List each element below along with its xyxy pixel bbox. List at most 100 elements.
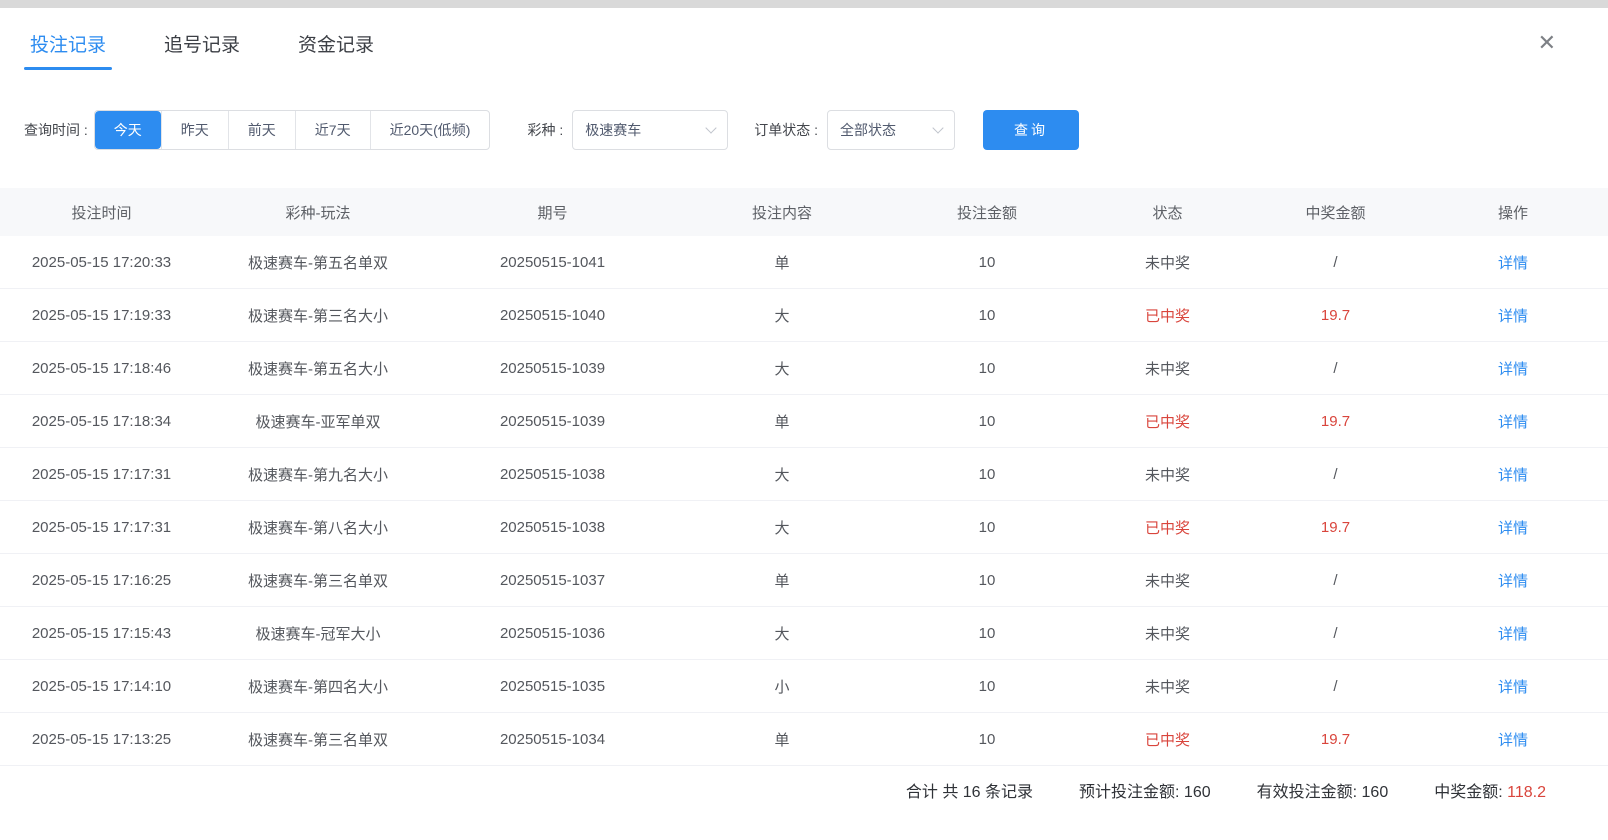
table-row: 2025-05-15 17:16:25极速赛车-第三名单双20250515-10…	[0, 554, 1608, 607]
issue-number: 20250515-1039	[433, 413, 672, 430]
actions-cell: 详情	[1418, 729, 1608, 750]
expected-bet-amount-label: 预计投注金额:	[1079, 784, 1179, 801]
bet-time: 2025-05-15 17:13:25	[0, 731, 203, 748]
bet-amount: 10	[892, 572, 1082, 589]
actions-cell: 详情	[1418, 252, 1608, 273]
bet-amount: 10	[892, 519, 1082, 536]
actions-cell: 详情	[1418, 623, 1608, 644]
order-status-select-value: 全部状态	[840, 120, 896, 140]
bet-content: 小	[672, 676, 892, 697]
detail-link[interactable]: 详情	[1498, 414, 1528, 431]
table-header-row: 投注时间彩种-玩法期号投注内容投注金额状态中奖金额操作	[0, 188, 1608, 236]
actions-cell: 详情	[1418, 517, 1608, 538]
detail-link[interactable]: 详情	[1498, 361, 1528, 378]
detail-link[interactable]: 详情	[1498, 679, 1528, 696]
detail-link[interactable]: 详情	[1498, 255, 1528, 272]
bet-time: 2025-05-15 17:17:31	[0, 519, 203, 536]
play-type: 极速赛车-第三名单双	[203, 570, 433, 591]
valid-bet-amount-label: 有效投注金额:	[1257, 784, 1357, 801]
table-row: 2025-05-15 17:15:43极速赛车-冠军大小20250515-103…	[0, 607, 1608, 660]
time-filter-label: 查询时间 :	[24, 120, 88, 140]
status: 未中奖	[1082, 676, 1253, 697]
bet-content: 单	[672, 252, 892, 273]
bet-content: 单	[672, 570, 892, 591]
table-row: 2025-05-15 17:20:33极速赛车-第五名单双20250515-10…	[0, 236, 1608, 289]
actions-cell: 详情	[1418, 464, 1608, 485]
time-filter-group: 今天昨天前天近7天近20天(低频)	[94, 110, 491, 150]
play-type: 极速赛车-第三名大小	[203, 305, 433, 326]
lottery-select[interactable]: 极速赛车	[572, 110, 728, 150]
time-filter-option[interactable]: 前天	[228, 111, 295, 149]
detail-link[interactable]: 详情	[1498, 467, 1528, 484]
expected-bet-amount: 预计投注金额: 160	[1079, 778, 1211, 802]
column-header: 中奖金额	[1253, 202, 1418, 223]
close-icon[interactable]: ✕	[1538, 32, 1556, 54]
issue-number: 20250515-1038	[433, 466, 672, 483]
play-type: 极速赛车-第八名大小	[203, 517, 433, 538]
prize-amount: 19.7	[1253, 519, 1418, 536]
tab-bar: 投注记录 追号记录 资金记录 ✕	[0, 8, 1608, 78]
time-filter-option[interactable]: 昨天	[161, 111, 228, 149]
issue-number: 20250515-1036	[433, 625, 672, 642]
records-modal: 投注记录 追号记录 资金记录 ✕ 查询时间 : 今天昨天前天近7天近20天(低频…	[0, 8, 1608, 840]
search-button[interactable]: 查询	[983, 110, 1079, 150]
filter-bar: 查询时间 : 今天昨天前天近7天近20天(低频) 彩种 : 极速赛车 订单状态 …	[0, 110, 1608, 150]
play-type: 极速赛车-第四名大小	[203, 676, 433, 697]
issue-number: 20250515-1040	[433, 307, 672, 324]
detail-link[interactable]: 详情	[1498, 626, 1528, 643]
time-filter-option[interactable]: 近20天(低频)	[370, 111, 490, 149]
table-row: 2025-05-15 17:17:31极速赛车-第九名大小20250515-10…	[0, 448, 1608, 501]
bet-time: 2025-05-15 17:18:46	[0, 360, 203, 377]
bet-content: 大	[672, 358, 892, 379]
bet-amount: 10	[892, 307, 1082, 324]
detail-link[interactable]: 详情	[1498, 308, 1528, 325]
detail-link[interactable]: 详情	[1498, 573, 1528, 590]
order-status-select[interactable]: 全部状态	[827, 110, 955, 150]
tab-bet-records[interactable]: 投注记录	[30, 8, 106, 78]
chevron-down-icon	[706, 122, 717, 133]
time-filter-option-active[interactable]: 今天	[95, 111, 161, 149]
summary-bar: 合计 共 16 条记录 预计投注金额: 160 有效投注金额: 160 中奖金额…	[0, 766, 1608, 802]
column-header: 状态	[1082, 202, 1253, 223]
tab-fund-records[interactable]: 资金记录	[298, 8, 374, 78]
bet-content: 大	[672, 517, 892, 538]
prize-amount: 19.7	[1253, 731, 1418, 748]
bet-amount: 10	[892, 360, 1082, 377]
bet-amount: 10	[892, 625, 1082, 642]
play-type: 极速赛车-第五名单双	[203, 252, 433, 273]
status: 未中奖	[1082, 570, 1253, 591]
column-header: 期号	[433, 202, 672, 223]
total-prize-amount: 中奖金额: 118.2	[1434, 778, 1546, 802]
play-type: 极速赛车-亚军单双	[203, 411, 433, 432]
column-header: 投注时间	[0, 202, 203, 223]
actions-cell: 详情	[1418, 570, 1608, 591]
table-row: 2025-05-15 17:18:34极速赛车-亚军单双20250515-103…	[0, 395, 1608, 448]
bet-content: 大	[672, 464, 892, 485]
status: 未中奖	[1082, 623, 1253, 644]
status: 未中奖	[1082, 358, 1253, 379]
expected-bet-amount-value: 160	[1184, 784, 1211, 801]
prize-amount: 19.7	[1253, 307, 1418, 324]
actions-cell: 详情	[1418, 676, 1608, 697]
total-records: 合计 共 16 条记录	[906, 778, 1033, 802]
status: 已中奖	[1082, 517, 1253, 538]
time-filter-option[interactable]: 近7天	[295, 111, 370, 149]
column-header: 投注内容	[672, 202, 892, 223]
bet-time: 2025-05-15 17:14:10	[0, 678, 203, 695]
issue-number: 20250515-1035	[433, 678, 672, 695]
column-header: 投注金额	[892, 202, 1082, 223]
bet-amount: 10	[892, 254, 1082, 271]
issue-number: 20250515-1039	[433, 360, 672, 377]
issue-number: 20250515-1041	[433, 254, 672, 271]
total-prize-amount-value: 118.2	[1507, 784, 1546, 801]
records-table: 投注时间彩种-玩法期号投注内容投注金额状态中奖金额操作 2025-05-15 1…	[0, 188, 1608, 766]
bet-time: 2025-05-15 17:16:25	[0, 572, 203, 589]
detail-link[interactable]: 详情	[1498, 520, 1528, 537]
bet-amount: 10	[892, 731, 1082, 748]
prize-amount: /	[1253, 572, 1418, 589]
tab-chase-records[interactable]: 追号记录	[164, 8, 240, 78]
status: 未中奖	[1082, 252, 1253, 273]
table-row: 2025-05-15 17:14:10极速赛车-第四名大小20250515-10…	[0, 660, 1608, 713]
detail-link[interactable]: 详情	[1498, 732, 1528, 749]
table-row: 2025-05-15 17:17:31极速赛车-第八名大小20250515-10…	[0, 501, 1608, 554]
